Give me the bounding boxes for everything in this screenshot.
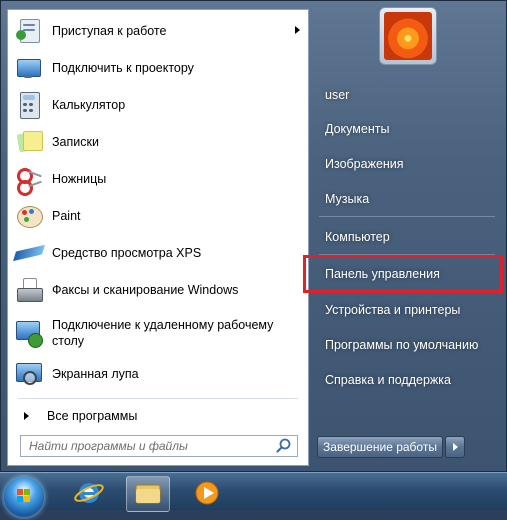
program-label: Средство просмотра XPS <box>52 246 202 260</box>
search-input[interactable] <box>27 436 275 456</box>
windows-explorer-icon <box>135 484 161 504</box>
internet-explorer-button[interactable] <box>68 476 110 510</box>
paint-icon <box>14 201 44 231</box>
divider <box>18 398 298 399</box>
program-label: Факсы и сканирование Windows <box>52 283 239 297</box>
link-label: Программы по умолчанию <box>325 338 479 352</box>
program-scissors[interactable]: Ножницы <box>10 162 306 196</box>
link-label: Панель управления <box>325 267 440 281</box>
link-control-panel[interactable]: Панель управления <box>315 260 501 288</box>
link-help-support[interactable]: Справка и поддержка <box>315 366 501 394</box>
projector-icon <box>14 53 44 83</box>
all-programs-button[interactable]: Все программы <box>10 404 306 428</box>
search-box[interactable] <box>20 435 298 457</box>
program-xps-viewer[interactable]: Средство просмотра XPS <box>10 236 306 270</box>
start-button[interactable] <box>4 477 44 517</box>
sticky-notes-icon <box>14 127 44 157</box>
link-label: Музыка <box>325 192 370 206</box>
start-menu: Приступая к работе Подключить к проектор… <box>0 0 507 472</box>
divider <box>319 254 495 255</box>
link-label: Документы <box>325 122 390 136</box>
scissors-icon <box>14 164 44 196</box>
internet-explorer-icon <box>74 483 104 503</box>
program-calculator[interactable]: Калькулятор <box>10 88 306 122</box>
program-sticky-notes[interactable]: Записки <box>10 125 306 159</box>
windows-explorer-button[interactable] <box>126 476 170 512</box>
program-label: Paint <box>52 209 81 223</box>
program-label: Записки <box>52 135 99 149</box>
link-label: Справка и поддержка <box>325 373 451 387</box>
expand-arrow-icon <box>24 412 29 420</box>
magnifier-icon <box>14 359 44 389</box>
program-label: Приступая к работе <box>52 24 167 38</box>
media-player-icon <box>195 481 219 505</box>
calculator-icon <box>14 90 44 120</box>
link-label: user <box>325 88 350 102</box>
link-label: Компьютер <box>325 230 390 244</box>
chevron-right-icon <box>453 443 458 451</box>
link-label: Устройства и принтеры <box>325 303 461 317</box>
program-magnifier[interactable]: Экранная лупа <box>10 357 306 391</box>
getting-started-icon <box>14 16 44 46</box>
link-user[interactable]: user <box>315 81 501 109</box>
media-player-button[interactable] <box>186 476 228 510</box>
link-default-programs[interactable]: Программы по умолчанию <box>315 331 501 359</box>
user-avatar[interactable] <box>379 7 437 65</box>
flower-picture <box>384 12 432 60</box>
program-projector[interactable]: Подключить к проектору <box>10 51 306 85</box>
link-computer[interactable]: Компьютер <box>315 223 501 251</box>
fax-scan-icon <box>14 275 44 305</box>
program-getting-started[interactable]: Приступая к работе <box>10 14 306 48</box>
shutdown-button[interactable]: Завершение работы <box>317 436 443 458</box>
submenu-arrow-icon[interactable] <box>295 26 300 34</box>
program-label: Калькулятор <box>52 98 126 112</box>
xps-viewer-icon <box>13 238 45 268</box>
program-label: Подключение к удаленному рабочему столу <box>52 318 274 348</box>
program-fax-scan[interactable]: Факсы и сканирование Windows <box>10 273 306 307</box>
link-music[interactable]: Музыка <box>315 185 501 213</box>
link-pictures[interactable]: Изображения <box>315 150 501 178</box>
shutdown-label: Завершение работы <box>323 440 437 454</box>
all-programs-label: Все программы <box>47 409 138 423</box>
program-paint[interactable]: Paint <box>10 199 306 233</box>
program-label: Ножницы <box>52 172 107 186</box>
taskbar <box>0 472 507 517</box>
program-label: Подключить к проектору <box>52 61 194 75</box>
link-devices-printers[interactable]: Устройства и принтеры <box>315 296 501 324</box>
program-remote-desktop[interactable]: Подключение к удаленному рабочему столу <box>10 310 306 356</box>
programs-pane: Приступая к работе Подключить к проектор… <box>7 9 309 466</box>
remote-desktop-icon <box>14 318 44 348</box>
link-label: Изображения <box>325 157 404 171</box>
program-label: Экранная лупа <box>52 367 139 381</box>
link-documents[interactable]: Документы <box>315 115 501 143</box>
divider <box>319 216 495 217</box>
shutdown-options-button[interactable] <box>445 436 465 458</box>
search-icon[interactable] <box>275 437 293 455</box>
windows-logo-icon <box>17 489 30 502</box>
